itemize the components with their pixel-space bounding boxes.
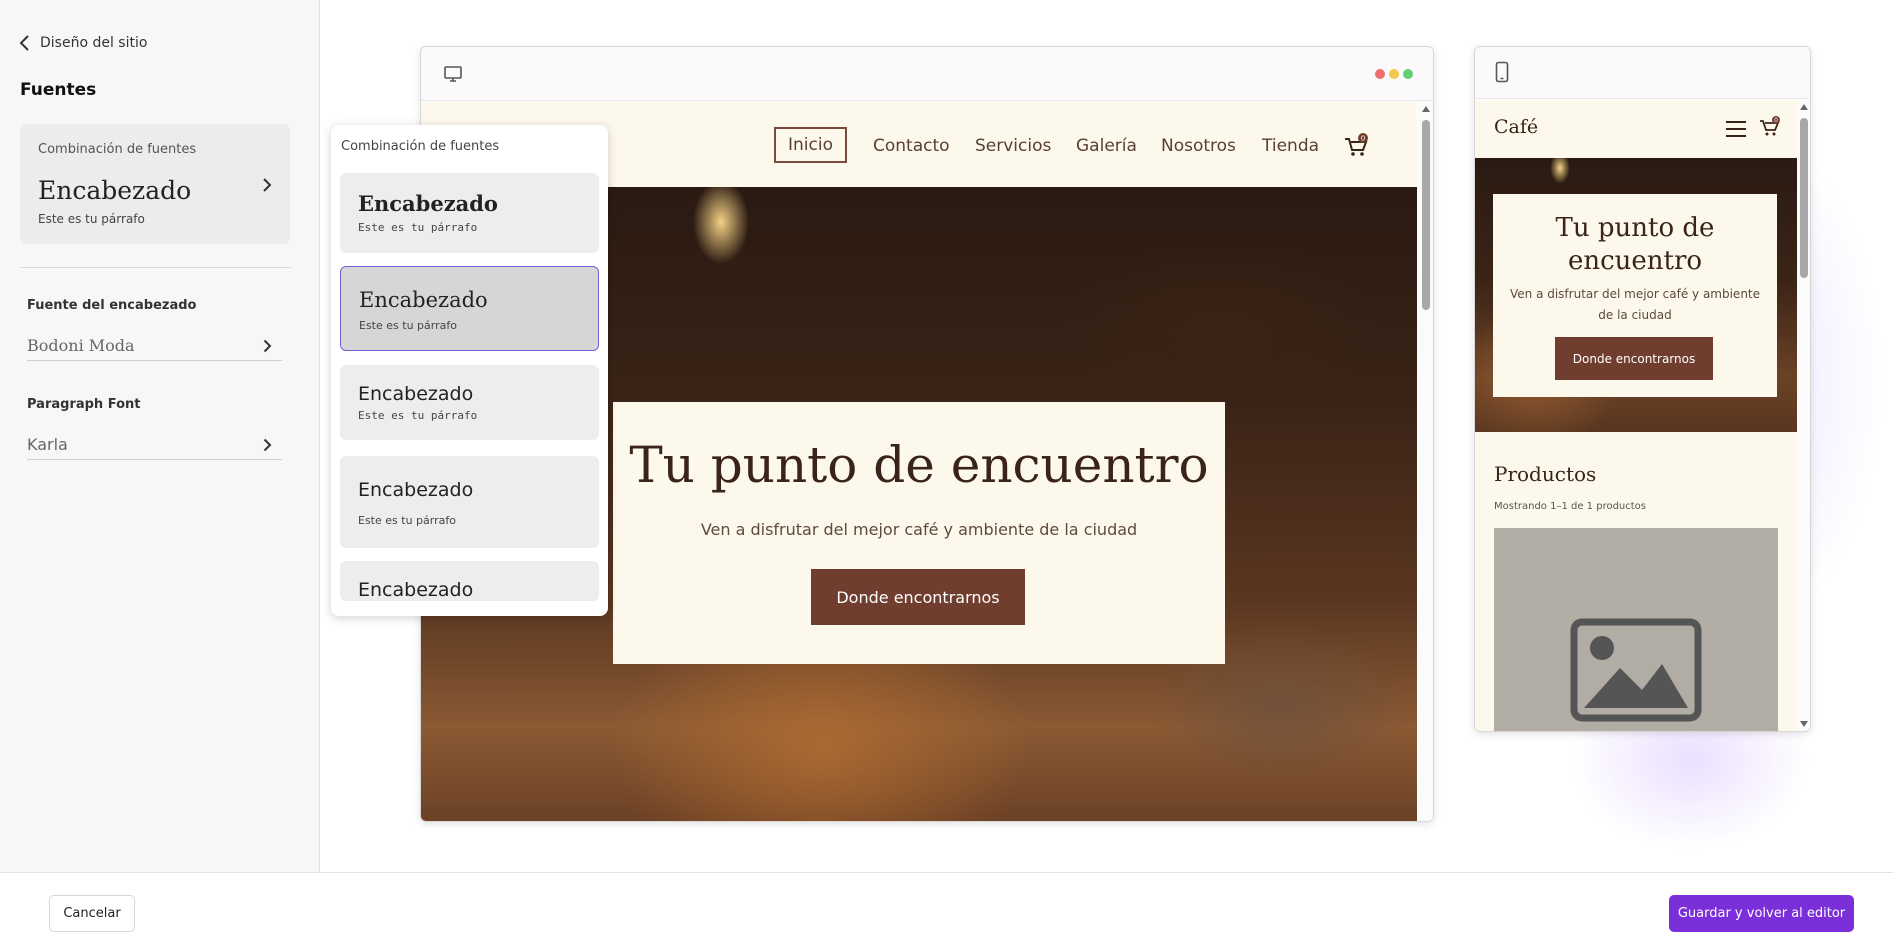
cart-icon[interactable]: 0 [1343, 133, 1369, 159]
dot-green-icon [1403, 69, 1413, 79]
hamburger-menu-icon[interactable] [1725, 120, 1747, 138]
nav-galeria[interactable]: Galería [1076, 136, 1137, 156]
products-count: Mostrando 1–1 de 1 productos [1494, 501, 1647, 512]
font-combo-heading-sample: Encabezado [38, 176, 192, 205]
dot-yellow-icon [1389, 69, 1399, 79]
paragraph-font-value: Karla [27, 435, 68, 454]
mobile-scrollbar[interactable] [1797, 100, 1810, 731]
option-heading: Encabezado [358, 191, 498, 216]
scroll-thumb[interactable] [1422, 120, 1430, 310]
hero-box: Tu punto de encuentro Ven a disfrutar de… [613, 402, 1225, 664]
hero-title: Tu punto de encuentro [629, 436, 1209, 494]
scroll-down-icon[interactable] [1800, 721, 1808, 727]
sidebar: Diseño del sitio Fuentes Combinación de … [0, 0, 320, 872]
font-combo-panel: Combinación de fuentes Encabezado Este e… [331, 125, 608, 616]
font-combo-label: Combinación de fuentes [38, 142, 197, 157]
products-title: Productos [1494, 462, 1597, 486]
paragraph-font-select[interactable]: Karla [27, 430, 282, 460]
phone-icon [1495, 61, 1509, 83]
hero-button[interactable]: Donde encontrarnos [811, 569, 1025, 625]
cancel-button[interactable]: Cancelar [49, 895, 135, 932]
desktop-preview-toolbar [421, 47, 1433, 101]
chevron-right-icon [263, 339, 272, 352]
heading-font-label: Fuente del encabezado [27, 298, 197, 313]
scroll-up-icon[interactable] [1422, 106, 1430, 112]
font-combo-option[interactable]: Encabezado Este es tu párrafo [340, 456, 599, 548]
mobile-hero-subtitle: Ven a disfrutar del mejor café y ambient… [1509, 287, 1761, 322]
product-image-placeholder[interactable] [1494, 528, 1778, 731]
mobile-hero-title: Tu punto de encuentro [1555, 213, 1715, 276]
site-logo[interactable]: Café [1494, 116, 1538, 138]
nav-tienda[interactable]: Tienda [1262, 136, 1319, 156]
back-link[interactable]: Diseño del sitio [18, 35, 147, 51]
monitor-icon [444, 66, 462, 82]
image-placeholder-icon [1570, 618, 1702, 722]
font-combo-option[interactable]: Encabezado Este es tu párrafo [340, 365, 599, 440]
font-combo-paragraph-sample: Este es tu párrafo [38, 212, 145, 226]
font-settings-screen: Diseño del sitio Fuentes Combinación de … [0, 0, 1893, 939]
option-heading: Encabezado [359, 288, 488, 312]
font-combo-card[interactable]: Combinación de fuentes Encabezado Este e… [20, 124, 290, 244]
mobile-preview-toolbar [1475, 47, 1810, 99]
scroll-thumb[interactable] [1800, 118, 1808, 278]
chevron-right-icon [263, 178, 272, 192]
dot-red-icon [1375, 69, 1385, 79]
option-heading: Encabezado [358, 479, 474, 501]
option-paragraph: Este es tu párrafo [359, 319, 457, 332]
nav-inicio[interactable]: Inicio [774, 127, 847, 163]
nav-contacto[interactable]: Contacto [873, 136, 950, 156]
heading-font-select[interactable]: Bodoni Moda [27, 331, 282, 361]
font-combo-option-selected[interactable]: Encabezado Este es tu párrafo [340, 266, 599, 351]
option-paragraph: Este es tu párrafo [358, 221, 478, 234]
mobile-preview: Café 0 Tu punto de encuentro Ven a disfr… [1474, 46, 1811, 732]
nav-servicios[interactable]: Servicios [975, 136, 1051, 156]
paragraph-font-label: Paragraph Font [27, 397, 141, 412]
mobile-site: Café 0 Tu punto de encuentro Ven a disfr… [1475, 100, 1797, 731]
mobile-hero-button[interactable]: Donde encontrarnos [1555, 337, 1713, 380]
save-and-return-button[interactable]: Guardar y volver al editor [1669, 895, 1854, 932]
option-heading: Encabezado [358, 383, 474, 405]
cart-icon[interactable]: 0 [1759, 116, 1781, 138]
option-heading: Encabezado [358, 579, 474, 601]
cart-count: 0 [1774, 117, 1778, 124]
footer-bar: Cancelar Guardar y volver al editor [0, 872, 1893, 939]
font-combo-option[interactable]: Encabezado Este es tu párrafo [340, 173, 599, 253]
nav-nosotros[interactable]: Nosotros [1161, 136, 1236, 156]
window-dots [1375, 69, 1413, 79]
hero-subtitle: Ven a disfrutar del mejor café y ambient… [700, 520, 1138, 539]
chevron-left-icon [19, 35, 29, 51]
desktop-scrollbar[interactable] [1418, 102, 1433, 821]
font-combo-option[interactable]: Encabezado [340, 561, 599, 601]
heading-font-value: Bodoni Moda [27, 336, 135, 355]
divider [20, 267, 291, 268]
option-paragraph: Este es tu párrafo [358, 409, 478, 422]
chevron-right-icon [263, 438, 272, 451]
mobile-hero-box: Tu punto de encuentro Ven a disfrutar de… [1493, 194, 1777, 397]
mobile-hero-section: Tu punto de encuentro Ven a disfrutar de… [1475, 158, 1797, 432]
page-title: Fuentes [20, 80, 97, 100]
scroll-up-icon[interactable] [1800, 104, 1808, 110]
option-paragraph: Este es tu párrafo [358, 514, 456, 527]
back-label: Diseño del sitio [40, 35, 148, 51]
font-combo-panel-title: Combinación de fuentes [341, 139, 500, 154]
cart-count: 0 [1361, 135, 1365, 143]
